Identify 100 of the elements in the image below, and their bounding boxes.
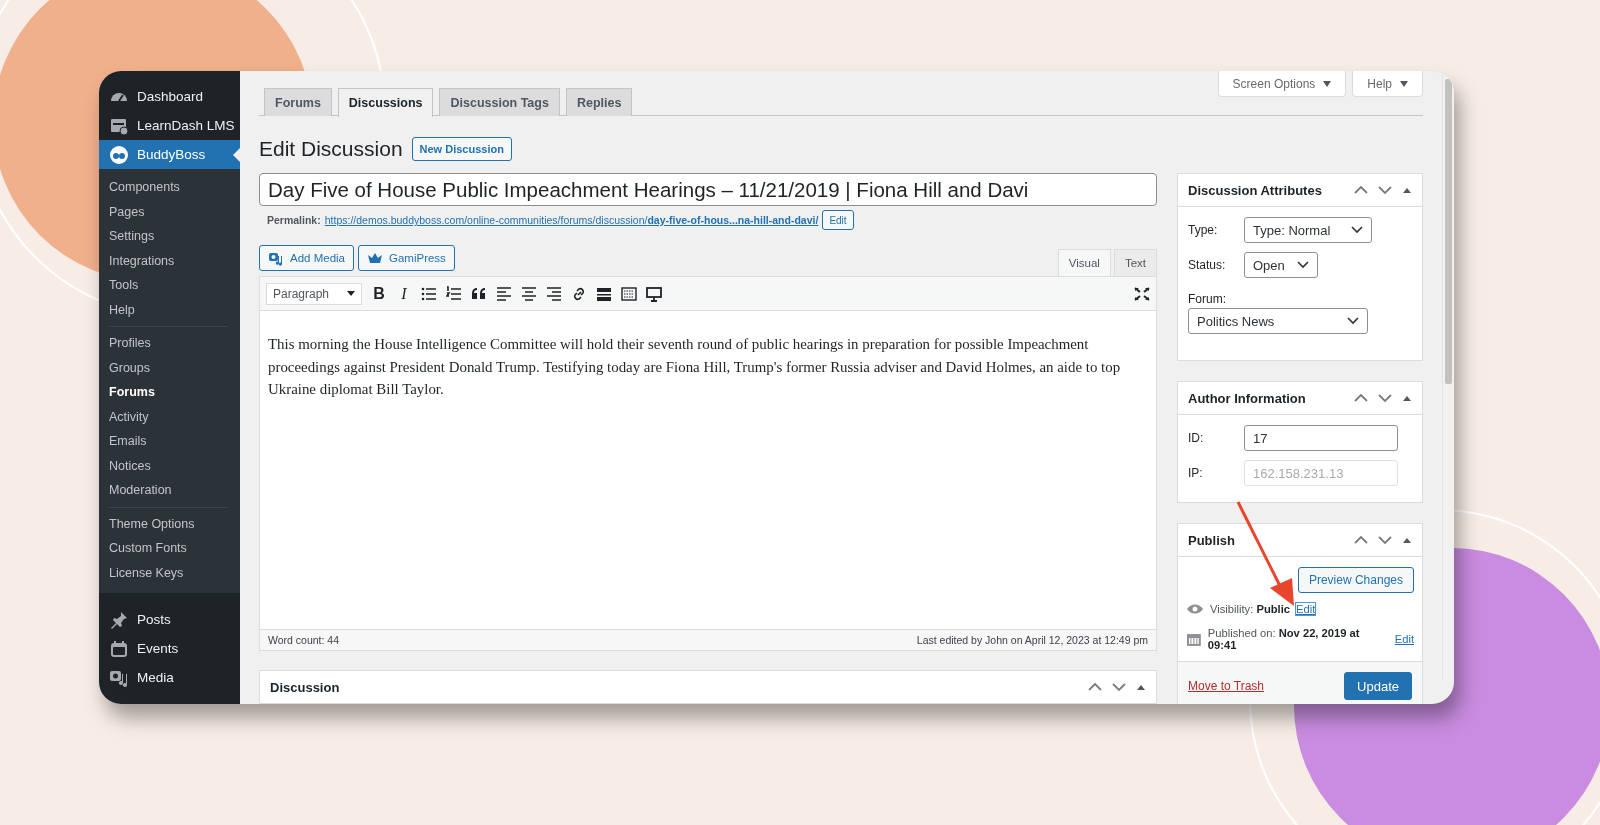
submenu-item[interactable]: Moderation xyxy=(99,478,240,503)
editor-tab[interactable]: Text xyxy=(1113,249,1157,276)
menu-item[interactable]: BuddyBoss xyxy=(99,140,240,169)
select-field[interactable]: Type: Normal xyxy=(1244,217,1372,243)
box-title: Discussion Attributes xyxy=(1188,182,1322,198)
triangle-up-icon[interactable] xyxy=(1402,186,1412,194)
read-more-icon[interactable] xyxy=(596,285,612,302)
field-label: Forum: xyxy=(1188,292,1227,306)
last-edited-text: Last edited by John on April 12, 2023 at 12:49 pm xyxy=(916,634,1148,646)
align-right-icon[interactable] xyxy=(546,285,562,302)
tab[interactable]: Discussions xyxy=(337,88,434,117)
submenu-item[interactable]: License Keys xyxy=(99,560,240,585)
pin-icon xyxy=(109,609,129,630)
chevron-up-icon[interactable] xyxy=(1354,393,1368,403)
page-heading: Edit Discussion xyxy=(259,137,403,161)
format-select[interactable]: Paragraph xyxy=(266,282,362,305)
link-icon[interactable] xyxy=(571,285,587,302)
box-title: Publish xyxy=(1188,532,1235,548)
submenu-item[interactable]: Theme Options xyxy=(99,511,240,536)
submenu-item[interactable]: Tools xyxy=(99,273,240,298)
align-left-icon[interactable] xyxy=(496,285,512,302)
menu-item[interactable]: Media xyxy=(99,663,240,692)
submenu-item[interactable]: Settings xyxy=(99,224,240,249)
permalink-link[interactable]: https://demos.buddyboss.com/online-communities/forums/discussion/day-five-of-hous...na-hill-and-davi/ xyxy=(324,214,819,226)
submenu-item[interactable]: Forums xyxy=(99,380,240,405)
numbered-list-icon[interactable] xyxy=(446,285,462,302)
field-label: Status: xyxy=(1188,258,1227,272)
submenu-item[interactable]: Emails xyxy=(99,429,240,454)
edit-button[interactable]: Edit xyxy=(822,210,854,230)
submenu-item[interactable]: Help xyxy=(99,297,240,322)
submenu-item[interactable]: Custom Fonts xyxy=(99,536,240,561)
menu-label: Media xyxy=(137,670,174,685)
monitor-icon[interactable] xyxy=(646,285,662,302)
tab[interactable]: Replies xyxy=(565,88,633,116)
menu-item[interactable]: LearnDash LMS xyxy=(99,111,240,140)
chevron-up-icon[interactable] xyxy=(1354,535,1368,545)
submenu-item[interactable]: Components xyxy=(99,175,240,200)
menu-label: Posts xyxy=(137,612,171,627)
update-button[interactable]: Update xyxy=(1344,672,1412,700)
triangle-up-icon[interactable] xyxy=(1136,683,1146,691)
dropdown-button[interactable]: Help xyxy=(1352,71,1423,97)
dropdown-button[interactable]: Screen Options xyxy=(1217,71,1347,97)
media-button[interactable]: Add Media xyxy=(259,245,354,271)
title-field[interactable]: Day Five of House Public Impeachment Hearings – 11/21/2019 | Fiona Hill and Davi xyxy=(259,173,1157,206)
keyboard-icon[interactable] xyxy=(621,285,637,302)
media-button[interactable]: GamiPress xyxy=(358,245,455,271)
menu-item[interactable]: Events xyxy=(99,634,240,663)
media-icon xyxy=(268,250,284,266)
text-field[interactable]: 17 xyxy=(1244,425,1398,451)
fullscreen-icon[interactable] xyxy=(1134,286,1150,301)
field-label: IP: xyxy=(1188,466,1204,480)
chevron-down-icon xyxy=(1297,261,1309,269)
trash-link[interactable]: Move to Trash xyxy=(1188,679,1265,693)
submenu-item[interactable]: Groups xyxy=(99,355,240,380)
calendar-icon xyxy=(1186,631,1202,647)
edit-link[interactable]: Edit xyxy=(1296,603,1316,615)
tab[interactable]: Discussion Tags xyxy=(439,88,560,116)
editor-tab[interactable]: Visual xyxy=(1057,249,1111,276)
chevron-down-icon xyxy=(1351,226,1363,234)
submenu-item[interactable]: Notices xyxy=(99,453,240,478)
submenu-item[interactable]: Pages xyxy=(99,199,240,224)
format-button[interactable]: B xyxy=(371,284,387,303)
submenu-item[interactable]: Profiles xyxy=(99,331,240,356)
menu-label: LearnDash LMS xyxy=(137,118,235,133)
chevron-down-icon[interactable] xyxy=(1112,682,1126,692)
select-field[interactable]: Open xyxy=(1244,252,1318,278)
word-count: Word count: 44 xyxy=(268,634,339,646)
menu-label: BuddyBoss xyxy=(137,147,206,162)
edit-link[interactable]: Edit xyxy=(1394,633,1414,645)
quote-icon[interactable] xyxy=(471,285,487,302)
preview-button[interactable]: Preview Changes xyxy=(1297,567,1414,593)
submenu-item[interactable]: Integrations xyxy=(99,248,240,273)
align-center-icon[interactable] xyxy=(521,285,537,302)
field-label: Type: xyxy=(1188,223,1219,237)
post-body-text: This morning the House Intelligence Committee will hold their seventh round of public hearings in preparation for possible Impeachment proceedings against President Donald Trump. Testifying today are Fiona Hill, Trump's former Russia adviser and David Holmes, an aide to top Ukraine diplomat Bill Taylor. xyxy=(267,335,1122,399)
caret-icon xyxy=(347,291,355,296)
chevron-down-icon[interactable] xyxy=(1378,393,1392,403)
permalink-label: Permalink: xyxy=(267,214,321,226)
triangle-up-icon[interactable] xyxy=(1402,536,1412,544)
select-field[interactable]: Politics News xyxy=(1188,308,1368,334)
submenu-item[interactable]: Activity xyxy=(99,404,240,429)
format-button[interactable]: I xyxy=(396,284,412,303)
menu-item[interactable]: Posts xyxy=(99,605,240,634)
scrollbar[interactable] xyxy=(1442,75,1454,680)
chevron-down-icon xyxy=(1347,317,1359,325)
chevron-down-icon[interactable] xyxy=(1378,535,1392,545)
menu-item[interactable]: Dashboard xyxy=(99,82,240,111)
triangle-up-icon[interactable] xyxy=(1402,394,1412,402)
bullet-list-icon[interactable] xyxy=(421,285,437,302)
new-discussion-button[interactable]: New Discussion xyxy=(411,137,512,161)
chevron-up-icon[interactable] xyxy=(1088,682,1102,692)
box-title: Discussion xyxy=(270,679,340,695)
chevron-down-icon[interactable] xyxy=(1378,185,1392,195)
box-title: Author Information xyxy=(1188,390,1306,406)
chevron-up-icon[interactable] xyxy=(1354,185,1368,195)
menu-label: Dashboard xyxy=(137,89,204,104)
logo-icon xyxy=(109,144,129,165)
menu-label: Events xyxy=(137,641,179,656)
tab[interactable]: Forums xyxy=(264,88,332,116)
calendar-icon xyxy=(109,638,129,659)
